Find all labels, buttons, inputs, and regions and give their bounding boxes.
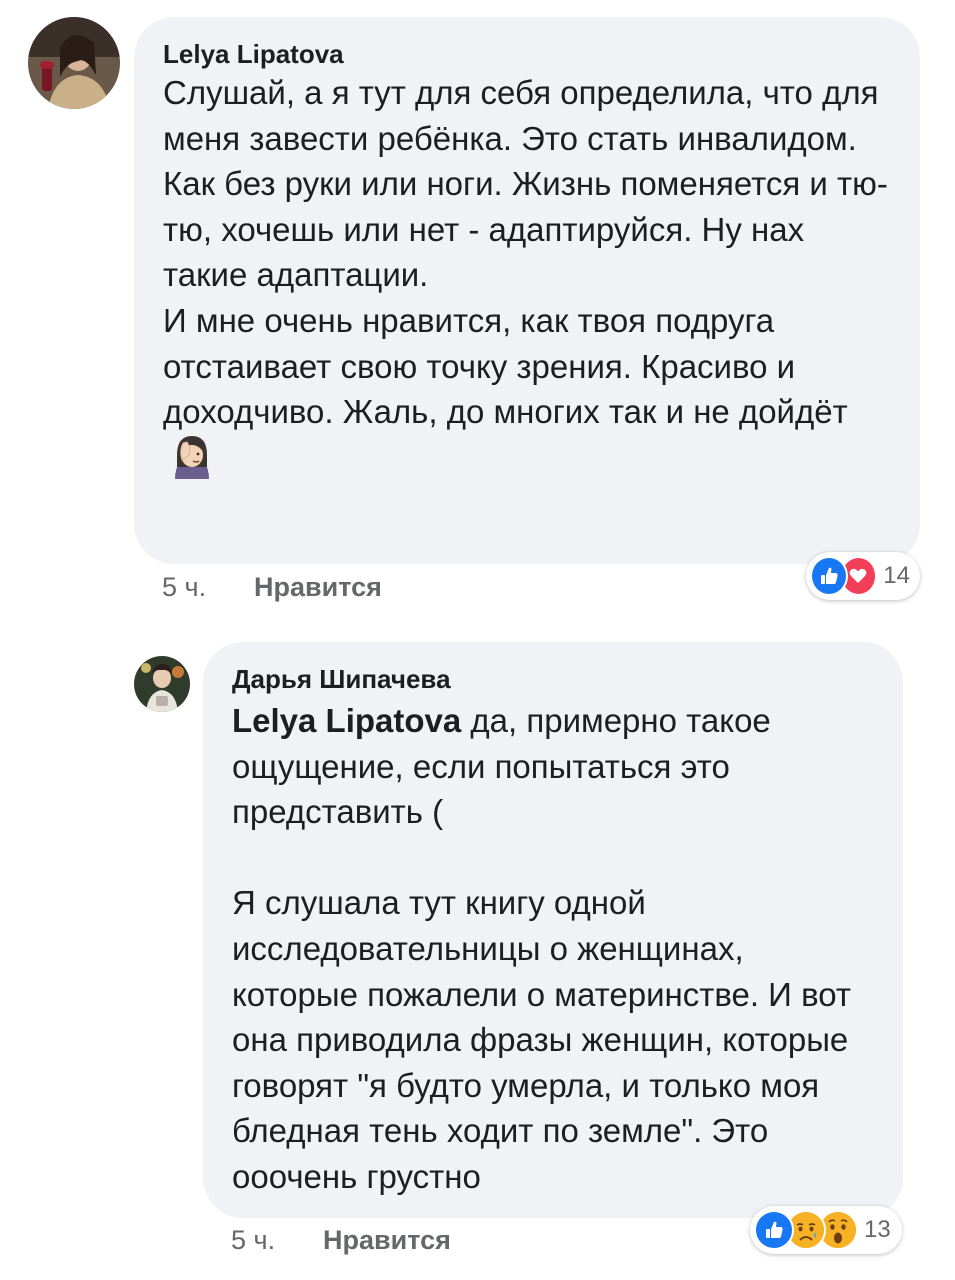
comment-meta: 5 ч. Нравится bbox=[231, 1225, 531, 1265]
like-icon bbox=[810, 556, 848, 596]
comment-text: Lelya Lipatova да, примерно такое ощущен… bbox=[232, 698, 875, 1200]
like-icon bbox=[754, 1210, 794, 1250]
reaction-count: 13 bbox=[864, 1216, 891, 1243]
reactions-summary[interactable]: 13 bbox=[750, 1206, 902, 1254]
avatar-lelya-lipatova[interactable] bbox=[28, 17, 120, 109]
avatar-darya-shipacheva[interactable] bbox=[134, 656, 190, 712]
reactions-summary[interactable]: 14 bbox=[806, 552, 920, 600]
comment-author[interactable]: Lelya Lipatova bbox=[163, 39, 892, 69]
face-palm-woman-emoji bbox=[169, 433, 215, 480]
comment-text-content: да, примерно такое ощущение, если попыта… bbox=[232, 702, 851, 1195]
mention-link[interactable]: Lelya Lipatova bbox=[232, 702, 461, 739]
comment-text-content: Слушай, а я тут для себя определила, что… bbox=[163, 74, 888, 431]
avatar-photo-icon bbox=[28, 17, 120, 109]
avatar-photo-icon bbox=[134, 656, 190, 712]
like-button[interactable]: Нравится bbox=[254, 572, 382, 603]
comment-text: Слушай, а я тут для себя определила, что… bbox=[163, 70, 892, 483]
like-button[interactable]: Нравится bbox=[323, 1225, 451, 1256]
comment-bubble: Дарья Шипачева Lelya Lipatova да, пример… bbox=[203, 642, 903, 1218]
comment-author[interactable]: Дарья Шипачева bbox=[232, 664, 875, 694]
reaction-count: 14 bbox=[883, 562, 910, 589]
comment-meta: 5 ч. Нравится bbox=[162, 572, 462, 612]
comment-timestamp[interactable]: 5 ч. bbox=[162, 572, 206, 603]
comment-bubble: Lelya Lipatova Слушай, а я тут для себя … bbox=[134, 17, 920, 564]
comment-timestamp[interactable]: 5 ч. bbox=[231, 1225, 275, 1256]
